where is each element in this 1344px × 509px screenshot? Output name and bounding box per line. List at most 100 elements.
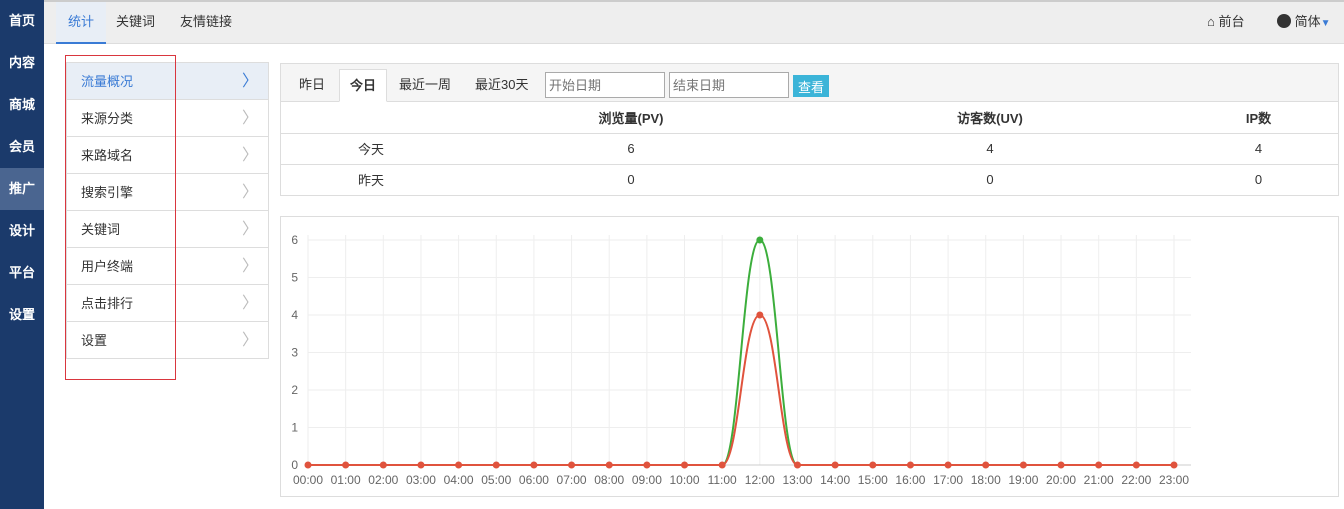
table-row: 今天 6 4 4 xyxy=(281,133,1338,165)
frontend-link[interactable]: ⌂ 前台 xyxy=(1207,2,1245,44)
x-tick-label: 19:00 xyxy=(1008,473,1038,487)
x-tick-label: 10:00 xyxy=(670,473,700,487)
top-bar: 统计 关键词 友情链接 ⌂ 前台 简体▼ xyxy=(44,0,1344,44)
x-tick-label: 15:00 xyxy=(858,473,888,487)
data-point xyxy=(982,461,990,469)
view-button[interactable]: 查看 xyxy=(793,75,829,97)
x-tick-label: 12:00 xyxy=(745,473,775,487)
globe-icon xyxy=(1277,14,1291,28)
sidebar-item[interactable]: 平台 xyxy=(0,252,44,294)
chart-svg: 0 1 2 3 4 5 6 00:00 01:00 02:00 03:00 04:00 05:00 06:… xyxy=(291,233,1191,487)
data-point xyxy=(492,461,500,469)
stats-menu: 流量概况〉来源分类〉来路域名〉搜索引擎〉关键词〉用户终端〉点击排行〉设置〉 xyxy=(66,62,269,359)
x-tick-label: 17:00 xyxy=(933,473,963,487)
data-point xyxy=(643,461,651,469)
data-point xyxy=(530,461,538,469)
data-point xyxy=(756,311,764,319)
x-tick-label: 20:00 xyxy=(1046,473,1076,487)
data-point xyxy=(605,461,613,469)
x-tick-label: 13:00 xyxy=(782,473,812,487)
sidebar-item[interactable]: 商城 xyxy=(0,84,44,126)
data-point xyxy=(455,461,463,469)
traffic-chart: 0 1 2 3 4 5 6 00:00 01:00 02:00 03:00 04:00 05:00 06:… xyxy=(280,216,1339,497)
data-point xyxy=(944,461,952,469)
y-tick-label: 5 xyxy=(291,271,298,285)
filter-last-30-days[interactable]: 最近30天 xyxy=(465,69,538,102)
sidebar-item[interactable]: 内容 xyxy=(0,42,44,84)
x-tick-label: 21:00 xyxy=(1084,473,1114,487)
menu-item[interactable]: 点击排行〉 xyxy=(67,285,268,322)
x-tick-label: 23:00 xyxy=(1159,473,1189,487)
language-dropdown[interactable]: 简体▼ xyxy=(1277,2,1331,44)
x-tick-label: 08:00 xyxy=(594,473,624,487)
menu-item[interactable]: 来源分类〉 xyxy=(67,100,268,137)
y-tick-label: 6 xyxy=(291,233,298,247)
data-point xyxy=(342,461,350,469)
main-sidebar: 首页 内容 商城 会员 推广 设计 平台 设置 xyxy=(0,0,44,509)
data-point xyxy=(681,461,689,469)
x-tick-label: 09:00 xyxy=(632,473,662,487)
y-tick-label: 2 xyxy=(291,383,298,397)
data-point xyxy=(1019,461,1027,469)
y-tick-label: 0 xyxy=(291,458,298,472)
sidebar-item[interactable]: 设置 xyxy=(0,294,44,336)
menu-item[interactable]: 关键词〉 xyxy=(67,211,268,248)
x-tick-label: 07:00 xyxy=(557,473,587,487)
x-tick-label: 05:00 xyxy=(481,473,511,487)
stats-panel: 昨日 今日 最近一周 最近30天 查看 浏览量(PV)访客数(UV)IP数 今天… xyxy=(280,63,1339,196)
home-icon: ⌂ xyxy=(1207,14,1215,29)
data-point xyxy=(869,461,877,469)
menu-item[interactable]: 来路域名〉 xyxy=(67,137,268,174)
y-tick-label: 1 xyxy=(291,421,298,435)
data-point xyxy=(906,461,914,469)
table-row: 昨天 0 0 0 xyxy=(357,172,1263,189)
menu-item[interactable]: 设置〉 xyxy=(67,322,268,359)
tab-friend-links[interactable]: 友情链接 xyxy=(168,2,244,44)
menu-item[interactable]: 搜索引擎〉 xyxy=(67,174,268,211)
data-point xyxy=(417,461,425,469)
data-point xyxy=(1057,461,1065,469)
chevron-right-icon: 〉 xyxy=(241,295,258,312)
x-tick-label: 06:00 xyxy=(519,473,549,487)
data-point xyxy=(756,236,764,244)
x-tick-label: 04:00 xyxy=(444,473,474,487)
chevron-right-icon: 〉 xyxy=(241,147,258,164)
filter-yesterday[interactable]: 昨日 xyxy=(289,69,335,102)
data-point xyxy=(304,461,312,469)
x-tick-label: 11:00 xyxy=(708,473,737,487)
chevron-right-icon: 〉 xyxy=(241,184,258,201)
data-point xyxy=(568,461,576,469)
data-point xyxy=(793,461,801,469)
date-filter: 昨日 今日 最近一周 最近30天 查看 xyxy=(281,64,1338,102)
y-tick-label: 4 xyxy=(291,308,298,322)
sidebar-item[interactable]: 首页 xyxy=(0,0,44,42)
menu-item[interactable]: 流量概况〉 xyxy=(67,63,268,100)
end-date-input[interactable] xyxy=(669,72,789,98)
x-tick-label: 01:00 xyxy=(331,473,361,487)
filter-today[interactable]: 今日 xyxy=(339,69,388,102)
data-point xyxy=(1095,461,1103,469)
data-point xyxy=(379,461,387,469)
chevron-right-icon: 〉 xyxy=(241,258,258,275)
x-tick-label: 03:00 xyxy=(406,473,436,487)
caret-down-icon: ▼ xyxy=(1320,18,1331,29)
x-tick-label: 16:00 xyxy=(895,473,925,487)
tab-statistics[interactable]: 统计 xyxy=(56,2,107,44)
sidebar-item[interactable]: 设计 xyxy=(0,210,44,252)
x-tick-label: 18:00 xyxy=(971,473,1001,487)
filter-last-week[interactable]: 最近一周 xyxy=(389,69,461,102)
x-tick-label: 02:00 xyxy=(368,473,398,487)
menu-item[interactable]: 用户终端〉 xyxy=(67,248,268,285)
y-tick-label: 3 xyxy=(291,346,298,360)
chevron-right-icon: 〉 xyxy=(241,73,258,90)
x-tick-label: 14:00 xyxy=(820,473,850,487)
data-point xyxy=(718,461,726,469)
sidebar-item[interactable]: 推广 xyxy=(0,168,44,210)
data-point xyxy=(831,461,839,469)
data-point xyxy=(1132,461,1140,469)
start-date-input[interactable] xyxy=(545,72,665,98)
sidebar-item[interactable]: 会员 xyxy=(0,126,44,168)
x-tick-label: 00:00 xyxy=(293,473,323,487)
tab-keywords[interactable]: 关键词 xyxy=(104,2,167,44)
stats-table: 浏览量(PV) 访客数(UV) IP数 今天 6 4 4 昨天 0 0 0 xyxy=(281,102,1338,195)
